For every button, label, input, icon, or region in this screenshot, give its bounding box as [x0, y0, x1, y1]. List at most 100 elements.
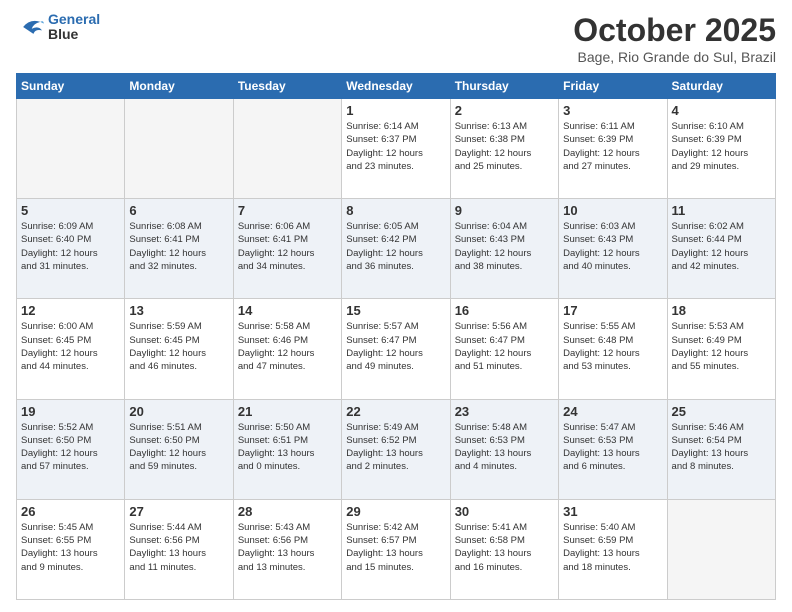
day-number: 29	[346, 504, 445, 519]
day-info: Sunrise: 6:08 AM Sunset: 6:41 PM Dayligh…	[129, 220, 228, 273]
calendar-day-cell: 22Sunrise: 5:49 AM Sunset: 6:52 PM Dayli…	[342, 399, 450, 499]
calendar-header-row: SundayMondayTuesdayWednesdayThursdayFrid…	[17, 74, 776, 99]
day-info: Sunrise: 6:00 AM Sunset: 6:45 PM Dayligh…	[21, 320, 120, 373]
calendar-day-cell: 9 Sunrise: 6:04 AM Sunset: 6:43 PM Daylig…	[450, 199, 558, 299]
calendar-day-cell: 8Sunrise: 6:05 AM Sunset: 6:42 PM Daylig…	[342, 199, 450, 299]
calendar-day-cell: 2 Sunrise: 6:13 AM Sunset: 6:38 PM Daylig…	[450, 99, 558, 199]
logo-icon	[16, 15, 44, 39]
calendar-table: SundayMondayTuesdayWednesdayThursdayFrid…	[16, 73, 776, 600]
day-info: Sunrise: 6:02 AM Sunset: 6:44 PM Dayligh…	[672, 220, 771, 273]
day-info: Sunrise: 5:42 AM Sunset: 6:57 PM Dayligh…	[346, 521, 445, 574]
calendar-day-cell: 6 Sunrise: 6:08 AM Sunset: 6:41 PM Daylig…	[125, 199, 233, 299]
day-number: 31	[563, 504, 662, 519]
calendar-day-cell: 12Sunrise: 6:00 AM Sunset: 6:45 PM Dayli…	[17, 299, 125, 399]
calendar-week-row: 12Sunrise: 6:00 AM Sunset: 6:45 PM Dayli…	[17, 299, 776, 399]
day-info: Sunrise: 6:14 AM Sunset: 6:37 PM Dayligh…	[346, 120, 445, 173]
day-info: Sunrise: 5:55 AM Sunset: 6:48 PM Dayligh…	[563, 320, 662, 373]
day-info: Sunrise: 5:47 AM Sunset: 6:53 PM Dayligh…	[563, 421, 662, 474]
calendar-day-cell: 3Sunrise: 6:11 AM Sunset: 6:39 PM Daylig…	[559, 99, 667, 199]
calendar-day-cell: 17 Sunrise: 5:55 AM Sunset: 6:48 PM Dayli…	[559, 299, 667, 399]
calendar-day-cell: 26Sunrise: 5:45 AM Sunset: 6:55 PM Dayli…	[17, 499, 125, 599]
calendar-day-cell: 11 Sunrise: 6:02 AM Sunset: 6:44 PM Dayli…	[667, 199, 775, 299]
day-info: Sunrise: 5:57 AM Sunset: 6:47 PM Dayligh…	[346, 320, 445, 373]
logo-text: General Blue	[48, 12, 100, 43]
calendar-day-cell: 13 Sunrise: 5:59 AM Sunset: 6:45 PM Dayli…	[125, 299, 233, 399]
header: General Blue October 2025 Bage, Rio Gran…	[16, 12, 776, 65]
calendar-day-cell: 25Sunrise: 5:46 AM Sunset: 6:54 PM Dayli…	[667, 399, 775, 499]
day-number: 5	[21, 203, 120, 218]
day-info: Sunrise: 5:40 AM Sunset: 6:59 PM Dayligh…	[563, 521, 662, 574]
day-number: 18	[672, 303, 771, 318]
calendar-day-cell: 30 Sunrise: 5:41 AM Sunset: 6:58 PM Dayli…	[450, 499, 558, 599]
day-number: 7	[238, 203, 337, 218]
calendar-day-cell: 20Sunrise: 5:51 AM Sunset: 6:50 PM Dayli…	[125, 399, 233, 499]
day-info: Sunrise: 5:58 AM Sunset: 6:46 PM Dayligh…	[238, 320, 337, 373]
day-number: 21	[238, 404, 337, 419]
day-number: 2	[455, 103, 554, 118]
title-block: October 2025 Bage, Rio Grande do Sul, Br…	[573, 12, 776, 65]
day-number: 13	[129, 303, 228, 318]
location: Bage, Rio Grande do Sul, Brazil	[573, 49, 776, 65]
calendar-day-cell	[667, 499, 775, 599]
calendar-day-cell: 16 Sunrise: 5:56 AM Sunset: 6:47 PM Dayli…	[450, 299, 558, 399]
day-info: Sunrise: 5:56 AM Sunset: 6:47 PM Dayligh…	[455, 320, 554, 373]
calendar-day-cell: 7 Sunrise: 6:06 AM Sunset: 6:41 PM Daylig…	[233, 199, 341, 299]
day-info: Sunrise: 5:46 AM Sunset: 6:54 PM Dayligh…	[672, 421, 771, 474]
day-header-sunday: Sunday	[17, 74, 125, 99]
day-number: 11	[672, 203, 771, 218]
day-number: 4	[672, 103, 771, 118]
day-number: 15	[346, 303, 445, 318]
day-number: 14	[238, 303, 337, 318]
day-info: Sunrise: 6:06 AM Sunset: 6:41 PM Dayligh…	[238, 220, 337, 273]
day-header-tuesday: Tuesday	[233, 74, 341, 99]
calendar-day-cell: 15 Sunrise: 5:57 AM Sunset: 6:47 PM Dayli…	[342, 299, 450, 399]
day-number: 16	[455, 303, 554, 318]
day-number: 17	[563, 303, 662, 318]
page: General Blue October 2025 Bage, Rio Gran…	[0, 0, 792, 612]
calendar-day-cell: 18 Sunrise: 5:53 AM Sunset: 6:49 PM Dayli…	[667, 299, 775, 399]
day-number: 24	[563, 404, 662, 419]
day-info: Sunrise: 6:13 AM Sunset: 6:38 PM Dayligh…	[455, 120, 554, 173]
calendar-day-cell: 28 Sunrise: 5:43 AM Sunset: 6:56 PM Dayli…	[233, 499, 341, 599]
calendar-week-row: 26Sunrise: 5:45 AM Sunset: 6:55 PM Dayli…	[17, 499, 776, 599]
day-info: Sunrise: 5:51 AM Sunset: 6:50 PM Dayligh…	[129, 421, 228, 474]
day-header-saturday: Saturday	[667, 74, 775, 99]
day-number: 28	[238, 504, 337, 519]
day-info: Sunrise: 5:43 AM Sunset: 6:56 PM Dayligh…	[238, 521, 337, 574]
day-header-friday: Friday	[559, 74, 667, 99]
calendar-day-cell: 29 Sunrise: 5:42 AM Sunset: 6:57 PM Dayli…	[342, 499, 450, 599]
calendar-day-cell: 27 Sunrise: 5:44 AM Sunset: 6:56 PM Dayli…	[125, 499, 233, 599]
day-info: Sunrise: 5:41 AM Sunset: 6:58 PM Dayligh…	[455, 521, 554, 574]
day-info: Sunrise: 6:10 AM Sunset: 6:39 PM Dayligh…	[672, 120, 771, 173]
calendar-day-cell: 24 Sunrise: 5:47 AM Sunset: 6:53 PM Dayli…	[559, 399, 667, 499]
day-number: 1	[346, 103, 445, 118]
day-number: 6	[129, 203, 228, 218]
logo: General Blue	[16, 12, 100, 43]
calendar-day-cell: 10Sunrise: 6:03 AM Sunset: 6:43 PM Dayli…	[559, 199, 667, 299]
day-number: 23	[455, 404, 554, 419]
day-number: 27	[129, 504, 228, 519]
calendar-day-cell	[17, 99, 125, 199]
calendar-day-cell: 31 Sunrise: 5:40 AM Sunset: 6:59 PM Dayli…	[559, 499, 667, 599]
day-number: 26	[21, 504, 120, 519]
day-number: 30	[455, 504, 554, 519]
day-info: Sunrise: 6:04 AM Sunset: 6:43 PM Dayligh…	[455, 220, 554, 273]
day-info: Sunrise: 5:59 AM Sunset: 6:45 PM Dayligh…	[129, 320, 228, 373]
calendar-day-cell: 1 Sunrise: 6:14 AM Sunset: 6:37 PM Daylig…	[342, 99, 450, 199]
day-info: Sunrise: 6:09 AM Sunset: 6:40 PM Dayligh…	[21, 220, 120, 273]
day-info: Sunrise: 5:48 AM Sunset: 6:53 PM Dayligh…	[455, 421, 554, 474]
day-number: 9	[455, 203, 554, 218]
day-number: 3	[563, 103, 662, 118]
day-header-wednesday: Wednesday	[342, 74, 450, 99]
calendar-day-cell: 21Sunrise: 5:50 AM Sunset: 6:51 PM Dayli…	[233, 399, 341, 499]
calendar-week-row: 19Sunrise: 5:52 AM Sunset: 6:50 PM Dayli…	[17, 399, 776, 499]
calendar-day-cell: 23 Sunrise: 5:48 AM Sunset: 6:53 PM Dayli…	[450, 399, 558, 499]
day-info: Sunrise: 5:52 AM Sunset: 6:50 PM Dayligh…	[21, 421, 120, 474]
month-title: October 2025	[573, 12, 776, 49]
day-info: Sunrise: 5:49 AM Sunset: 6:52 PM Dayligh…	[346, 421, 445, 474]
calendar-day-cell: 19Sunrise: 5:52 AM Sunset: 6:50 PM Dayli…	[17, 399, 125, 499]
day-header-thursday: Thursday	[450, 74, 558, 99]
day-info: Sunrise: 5:44 AM Sunset: 6:56 PM Dayligh…	[129, 521, 228, 574]
calendar-day-cell	[125, 99, 233, 199]
day-info: Sunrise: 5:53 AM Sunset: 6:49 PM Dayligh…	[672, 320, 771, 373]
